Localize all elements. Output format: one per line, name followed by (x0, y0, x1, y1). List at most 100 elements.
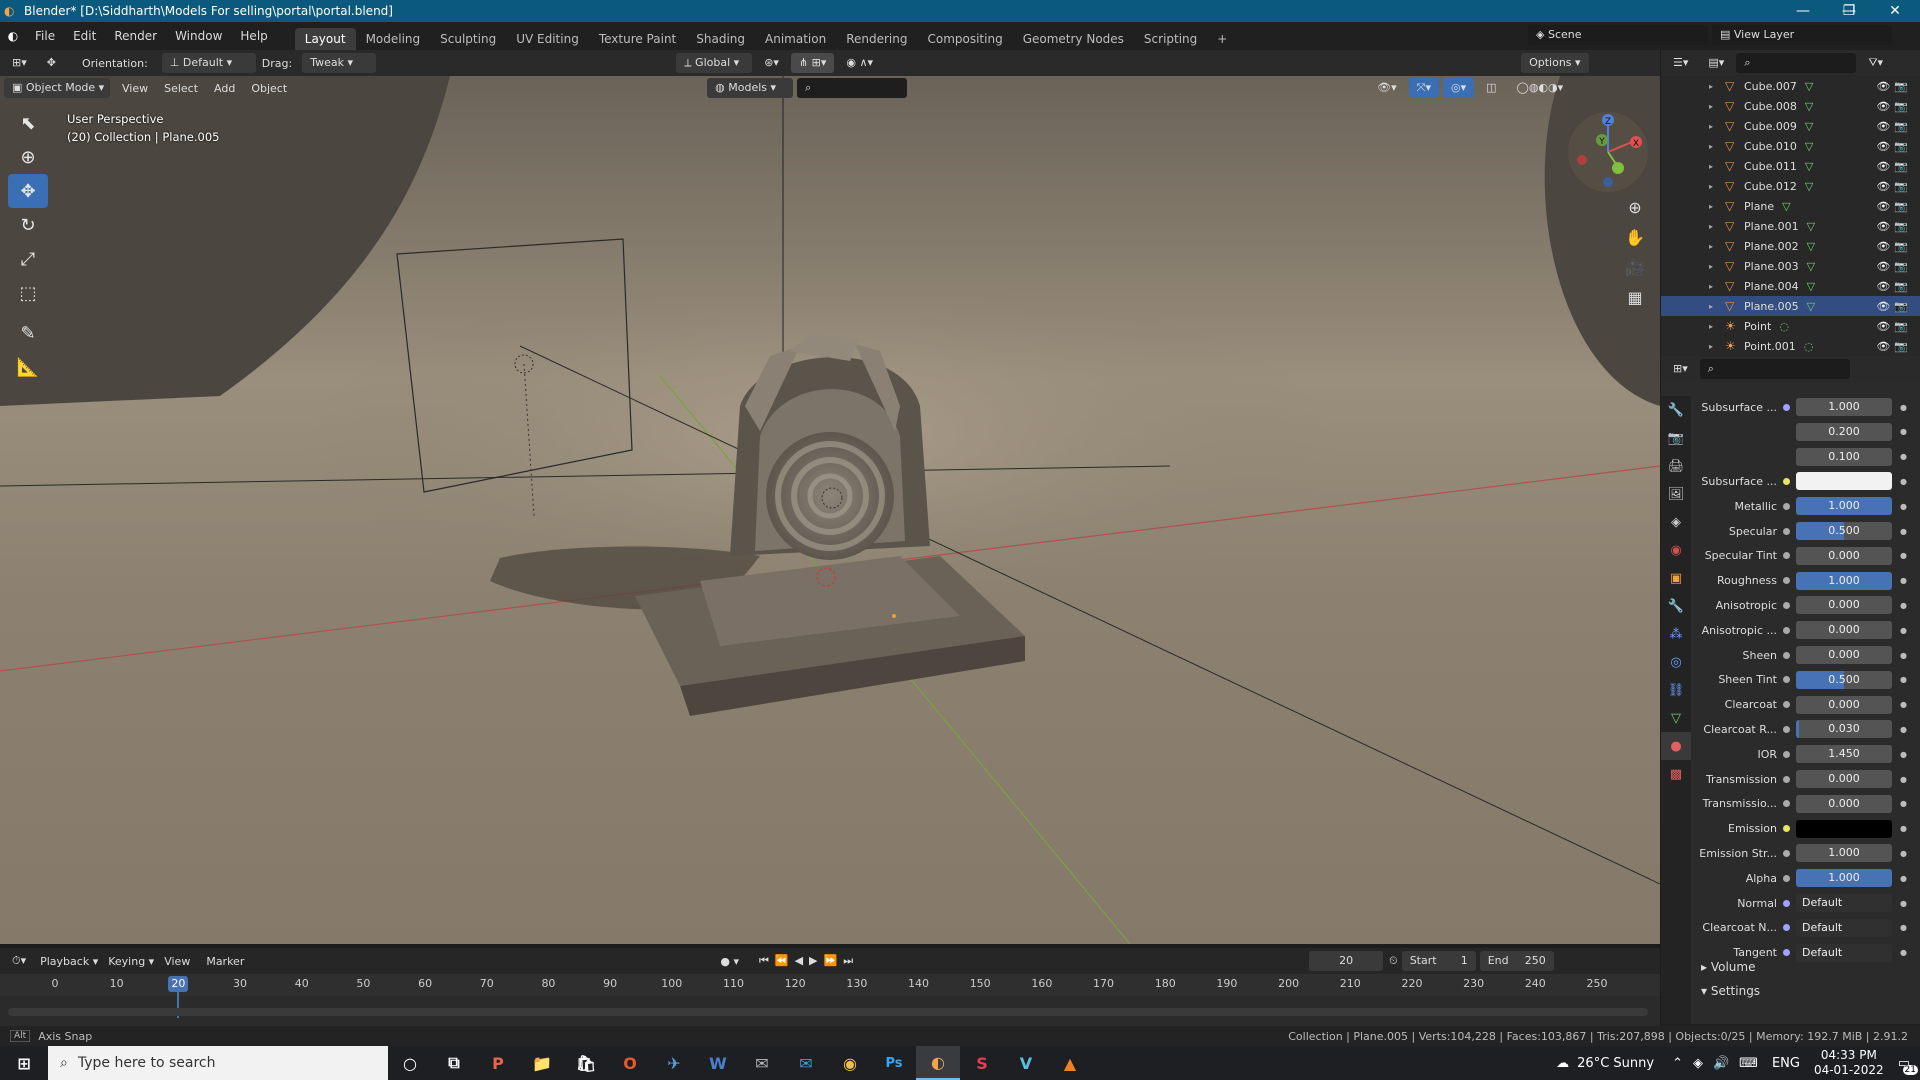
camera-icon[interactable]: 📷 (1894, 200, 1912, 213)
socket-icon[interactable] (1783, 825, 1790, 833)
visibility-toggles[interactable]: 👁📷 (1876, 200, 1912, 213)
current-frame-field[interactable]: 20 (1309, 951, 1384, 971)
camera-view-icon[interactable]: 🎥 (1622, 254, 1648, 280)
menu-marker[interactable]: Marker (206, 955, 244, 968)
keyframe-dot-icon[interactable]: ● (1900, 849, 1907, 858)
visibility-toggles[interactable]: 👁📷 (1876, 120, 1912, 133)
tool-tab-icon[interactable]: 🔧 (1661, 396, 1691, 424)
scene-field[interactable]: ◈ Scene (1528, 25, 1708, 45)
outliner-row[interactable]: ▸ ▽ Cube.007 ▽ 👁📷 (1661, 76, 1920, 96)
snap-icon[interactable]: ⋔ ⊞▾ (790, 53, 835, 73)
expand-arrow-icon[interactable]: ▸ (1709, 242, 1721, 251)
socket-icon[interactable] (1783, 676, 1790, 684)
eye-icon[interactable]: 👁 (1876, 220, 1894, 233)
office-icon[interactable]: O (608, 1046, 652, 1080)
timeline-scrollbar[interactable] (8, 1008, 1648, 1016)
close-icon[interactable]: ✕ (1872, 0, 1918, 22)
keyframe-dot-icon[interactable]: ● (1900, 874, 1907, 883)
cursor-tool-icon[interactable]: ⊕ (8, 140, 48, 174)
camera-icon[interactable]: 📷 (1894, 300, 1912, 313)
chrome-icon[interactable]: ◉ (828, 1046, 872, 1080)
models-filter-dropdown[interactable]: ◍ Models ▾ (707, 78, 794, 98)
property-value-field[interactable]: 0.200 (1796, 422, 1892, 441)
eye-icon[interactable]: 👁 (1876, 160, 1894, 173)
pan-hand-icon[interactable]: ✋ (1622, 224, 1648, 250)
camera-icon[interactable]: 📷 (1894, 220, 1912, 233)
outliner-editor-icon[interactable]: ☰▾ (1665, 53, 1696, 73)
language-indicator[interactable]: ENG (1772, 1056, 1800, 1071)
cortana-icon[interactable]: ○ (388, 1046, 432, 1080)
menu-view[interactable]: View (122, 82, 148, 95)
expand-arrow-icon[interactable]: ▸ (1709, 142, 1721, 151)
outliner-item-name[interactable]: Cube.008 (1744, 100, 1797, 113)
outliner-row[interactable]: ▸ ☀ Point ◌ 👁📷 (1661, 316, 1920, 336)
weather-text[interactable]: 26°C Sunny (1577, 1056, 1654, 1071)
socket-icon[interactable] (1783, 800, 1790, 808)
keyframe-dot-icon[interactable]: ● (1900, 923, 1907, 932)
socket-icon[interactable] (1783, 924, 1790, 932)
view-layer-tab-icon[interactable]: 🖼 (1661, 480, 1691, 508)
properties-editor-icon[interactable]: ⊞▾ (1665, 359, 1696, 379)
keyframe-dot-icon[interactable]: ● (1900, 477, 1907, 486)
camera-icon[interactable]: 📷 (1894, 240, 1912, 253)
eye-icon[interactable]: 👁 (1876, 280, 1894, 293)
scale-tool-icon[interactable]: ⤢ (8, 242, 48, 276)
tab-shading[interactable]: Shading (686, 28, 755, 50)
clock-icon[interactable]: ⏲ (1389, 954, 1398, 968)
orientation-dropdown[interactable]: ⊥ Default ▾ (161, 53, 256, 73)
minimize-icon[interactable]: — (1780, 0, 1826, 22)
keyframe-dot-icon[interactable]: ● (1900, 775, 1907, 784)
socket-icon[interactable] (1783, 527, 1790, 535)
move-tool-icon[interactable]: ✥ (39, 53, 64, 73)
display-mode-icon[interactable]: ▤▾ (1700, 53, 1732, 73)
keyframe-dot-icon[interactable]: ● (1900, 601, 1907, 610)
eye-icon[interactable]: 👁 (1876, 240, 1894, 253)
eye-icon[interactable]: 👁 (1876, 100, 1894, 113)
socket-icon[interactable] (1783, 725, 1790, 733)
modifier-tab-icon[interactable]: 🔧 (1661, 592, 1691, 620)
property-value-field[interactable] (1796, 819, 1892, 838)
camera-icon[interactable]: 📷 (1894, 320, 1912, 333)
output-tab-icon[interactable]: 🖨 (1661, 452, 1691, 480)
expand-arrow-icon[interactable]: ▸ (1709, 342, 1721, 351)
drag-dropdown[interactable]: Tweak ▾ (302, 53, 377, 73)
keyframe-dot-icon[interactable]: ● (1900, 799, 1907, 808)
object-tab-icon[interactable]: ▣ (1661, 564, 1691, 592)
property-value-field[interactable]: 0.000 (1796, 546, 1892, 565)
outliner-item-name[interactable]: Plane.001 (1744, 220, 1799, 233)
visibility-toggles[interactable]: 👁📷 (1876, 220, 1912, 233)
xray-icon[interactable]: ◫ (1478, 78, 1504, 98)
property-value-field[interactable]: 0.000 (1796, 621, 1892, 640)
camera-icon[interactable]: 📷 (1894, 140, 1912, 153)
expand-arrow-icon[interactable]: ▸ (1709, 322, 1721, 331)
outliner-row[interactable]: ▸ ▽ Plane.002 ▽ 👁📷 (1661, 236, 1920, 256)
timeline-editor-icon[interactable]: ⏱▾ (4, 951, 34, 971)
rotate-tool-icon[interactable]: ↻ (8, 208, 48, 242)
camera-icon[interactable]: 📷 (1894, 160, 1912, 173)
property-value-field[interactable]: Default (1796, 918, 1892, 937)
word-icon[interactable]: W (696, 1046, 740, 1080)
overlay-toggle-icon[interactable]: ◎▾ (1443, 78, 1475, 98)
property-value-field[interactable]: Default (1796, 943, 1892, 962)
outliner-row[interactable]: ▸ ▽ Cube.009 ▽ 👁📷 (1661, 116, 1920, 136)
blender-menu-icon[interactable]: ◐ (0, 29, 26, 43)
tab-texture-paint[interactable]: Texture Paint (589, 28, 686, 50)
outliner-row[interactable]: ▸ ▽ Cube.012 ▽ 👁📷 (1661, 176, 1920, 196)
expand-arrow-icon[interactable]: ▸ (1709, 182, 1721, 191)
outliner-item-name[interactable]: Plane (1744, 200, 1774, 213)
property-value-field[interactable]: Default (1796, 894, 1892, 912)
keyframe-dot-icon[interactable]: ● (1900, 948, 1907, 957)
keyframe-dot-icon[interactable]: ● (1900, 576, 1907, 585)
eye-icon[interactable]: 👁 (1876, 320, 1894, 333)
tab-geometry-nodes[interactable]: Geometry Nodes (1013, 28, 1134, 50)
property-value-field[interactable] (1796, 472, 1892, 491)
tab-modeling[interactable]: Modeling (356, 28, 431, 50)
outliner-item-name[interactable]: Cube.007 (1744, 80, 1797, 93)
menu-keying[interactable]: Keying ▾ (108, 955, 154, 968)
tab-scripting[interactable]: Scripting (1134, 28, 1207, 50)
socket-icon[interactable] (1783, 577, 1790, 585)
editor-type-icon[interactable]: ⊞▾ (4, 53, 35, 73)
menu-object[interactable]: Object (251, 82, 287, 95)
visibility-toggles[interactable]: 👁📷 (1876, 80, 1912, 93)
app-icon[interactable]: ✈ (652, 1046, 696, 1080)
